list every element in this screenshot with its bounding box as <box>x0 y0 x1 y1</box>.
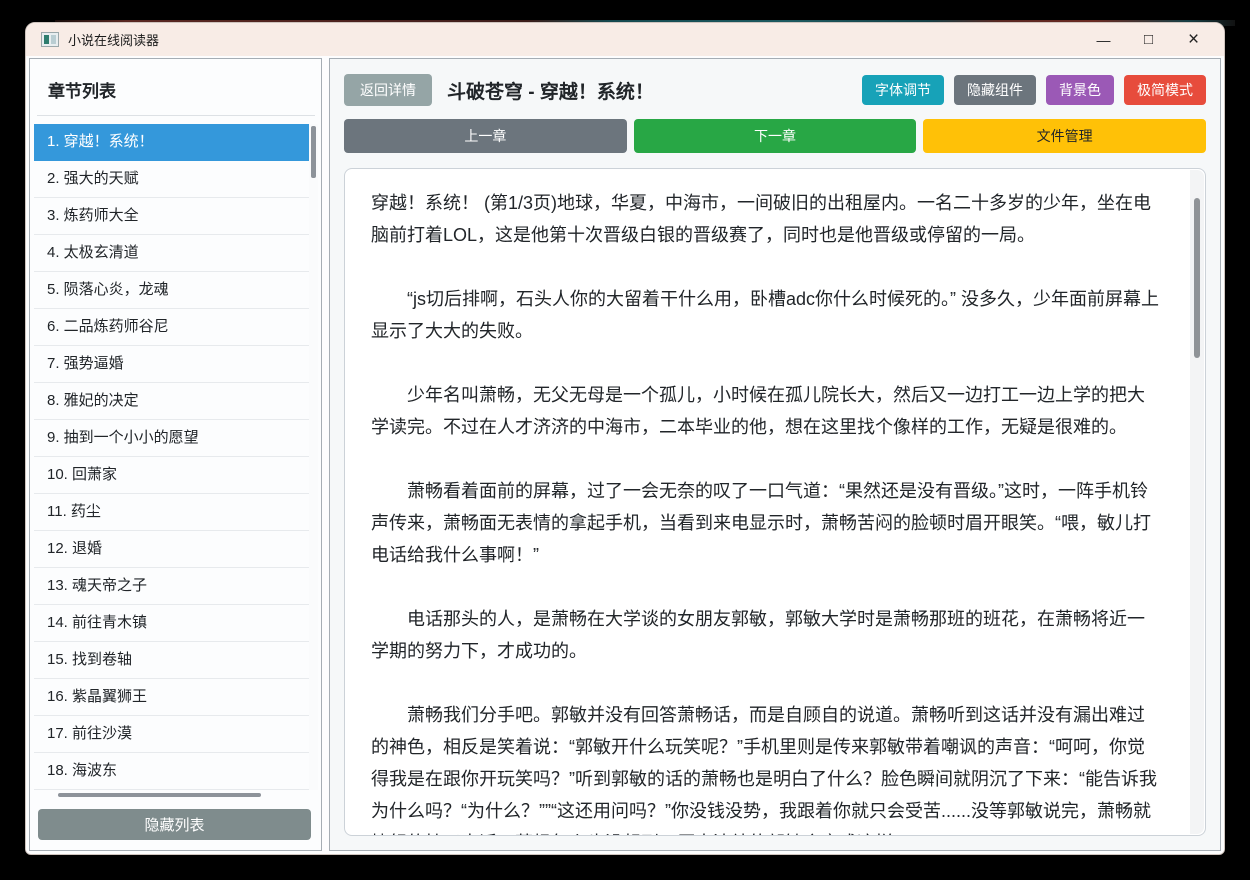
minimal-mode-button[interactable]: 极简模式 <box>1124 75 1206 105</box>
reader-header: 返回详情 斗破苍穹 - 穿越！系统！ 字体调节 隐藏组件 背景色 极简模式 <box>344 74 1206 106</box>
chapter-item[interactable]: 15. 找到卷轴 <box>34 642 309 679</box>
chapter-item[interactable]: 11. 药尘 <box>34 494 309 531</box>
app-window: 小说在线阅读器 — □ × 章节列表 1. 穿越！系统！ 2. 强大的天赋 3. 炼… <box>25 22 1225 855</box>
chapter-item[interactable]: 16. 紫晶翼狮王 <box>34 679 309 716</box>
novel-paragraph: 萧畅我们分手吧。郭敏并没有回答萧畅话，而是自顾自的说道。萧畅听到这话并没有漏出难… <box>371 705 1157 835</box>
novel-paragraph: 电话那头的人，是萧畅在大学谈的女朋友郭敏，郭敏大学时是萧畅那班的班花，在萧畅将近… <box>371 609 1145 661</box>
titlebar: 小说在线阅读器 — □ × <box>26 23 1224 56</box>
chapter-item[interactable]: 6. 二品炼药师谷尼 <box>34 309 309 346</box>
chapter-list-wrap: 1. 穿越！系统！ 2. 强大的天赋 3. 炼药师大全 4. 太极玄清道 5. 陨落心炎… <box>34 124 318 790</box>
chapter-item[interactable]: 4. 太极玄清道 <box>34 235 309 272</box>
window-title: 小说在线阅读器 <box>68 33 160 48</box>
background-color-button[interactable]: 背景色 <box>1046 75 1114 105</box>
chapter-item[interactable]: 3. 炼药师大全 <box>34 198 309 235</box>
reader-scrollbar[interactable] <box>1190 170 1204 834</box>
novel-paragraph: 少年名叫萧畅，无父无母是一个孤儿，小时候在孤儿院长大，然后又一边打工一边上学的把… <box>371 385 1145 437</box>
chapter-list-title: 章节列表 <box>48 82 116 101</box>
novel-paragraph: 萧畅看着面前的屏幕，过了一会无奈的叹了一口气道：“果然还是没有晋级。”这时，一阵… <box>371 481 1151 565</box>
chapter-item[interactable]: 9. 抽到一个小小的愿望 <box>34 420 309 457</box>
hide-components-button[interactable]: 隐藏组件 <box>954 75 1036 105</box>
chapter-item[interactable]: 12. 退婚 <box>34 531 309 568</box>
maximize-button[interactable]: □ <box>1126 25 1171 55</box>
app-icon <box>41 32 59 47</box>
chapter-item[interactable]: 14. 前往青木镇 <box>34 605 309 642</box>
font-adjust-button[interactable]: 字体调节 <box>862 75 944 105</box>
chapter-sidebar: 章节列表 1. 穿越！系统！ 2. 强大的天赋 3. 炼药师大全 4. 太极玄清道 5.… <box>29 58 322 851</box>
reading-area: 穿越！系统！ (第1/3页)地球，华夏，中海市，一间破旧的出租屋内。一名二十多岁… <box>344 168 1206 836</box>
chapter-item[interactable]: 2. 强大的天赋 <box>34 161 309 198</box>
book-chapter-title: 斗破苍穹 - 穿越！系统！ <box>447 81 654 103</box>
back-to-details-button[interactable]: 返回详情 <box>344 74 432 106</box>
chapter-list-vertical-scrollbar[interactable] <box>309 124 318 790</box>
prev-chapter-button[interactable]: 上一章 <box>344 119 627 153</box>
chapter-item[interactable]: 18. 海波东 <box>34 753 309 790</box>
close-button[interactable]: × <box>1171 25 1216 55</box>
sidebar-divider <box>37 115 315 116</box>
hide-list-button[interactable]: 隐藏列表 <box>38 809 311 840</box>
horizontal-scroll-thumb[interactable] <box>58 793 261 797</box>
file-manager-button[interactable]: 文件管理 <box>923 119 1207 153</box>
chapter-nav: 上一章 下一章 文件管理 <box>344 119 1207 153</box>
chapter-item[interactable]: 8. 雅妃的决定 <box>34 383 309 420</box>
chapter-item[interactable]: 17. 前往沙漠 <box>34 716 309 753</box>
minimize-button[interactable]: — <box>1081 25 1126 55</box>
window-content: 章节列表 1. 穿越！系统！ 2. 强大的天赋 3. 炼药师大全 4. 太极玄清道 5.… <box>26 56 1224 854</box>
novel-paragraph: 穿越！系统！ (第1/3页)地球，华夏，中海市，一间破旧的出租屋内。一名二十多岁… <box>371 193 1152 245</box>
next-chapter-button[interactable]: 下一章 <box>633 119 917 153</box>
reader-text: 穿越！系统！ (第1/3页)地球，华夏，中海市，一间破旧的出租屋内。一名二十多岁… <box>345 169 1189 835</box>
header-actions: 字体调节 隐藏组件 背景色 极简模式 <box>862 75 1206 105</box>
reader-scroll-thumb[interactable] <box>1194 198 1200 358</box>
chapter-item[interactable]: 5. 陨落心炎，龙魂 <box>34 272 309 309</box>
reader-panel: 返回详情 斗破苍穹 - 穿越！系统！ 字体调节 隐藏组件 背景色 极简模式 上一章 下… <box>329 58 1221 851</box>
chapter-item[interactable]: 1. 穿越！系统！ <box>34 124 309 161</box>
vertical-scroll-thumb[interactable] <box>311 126 316 178</box>
novel-paragraph: “js切后排啊，石头人你的大留着干什么用，卧槽adc你什么时候死的。” 没多久，… <box>371 289 1160 341</box>
window-controls: — □ × <box>1081 25 1216 55</box>
chapter-item[interactable]: 10. 回萧家 <box>34 457 309 494</box>
chapter-item[interactable]: 13. 魂天帝之子 <box>34 568 309 605</box>
chapter-list: 1. 穿越！系统！ 2. 强大的天赋 3. 炼药师大全 4. 太极玄清道 5. 陨落心炎… <box>34 124 309 790</box>
chapter-item[interactable]: 7. 强势逼婚 <box>34 346 309 383</box>
chapter-list-horizontal-scrollbar[interactable] <box>36 791 308 800</box>
